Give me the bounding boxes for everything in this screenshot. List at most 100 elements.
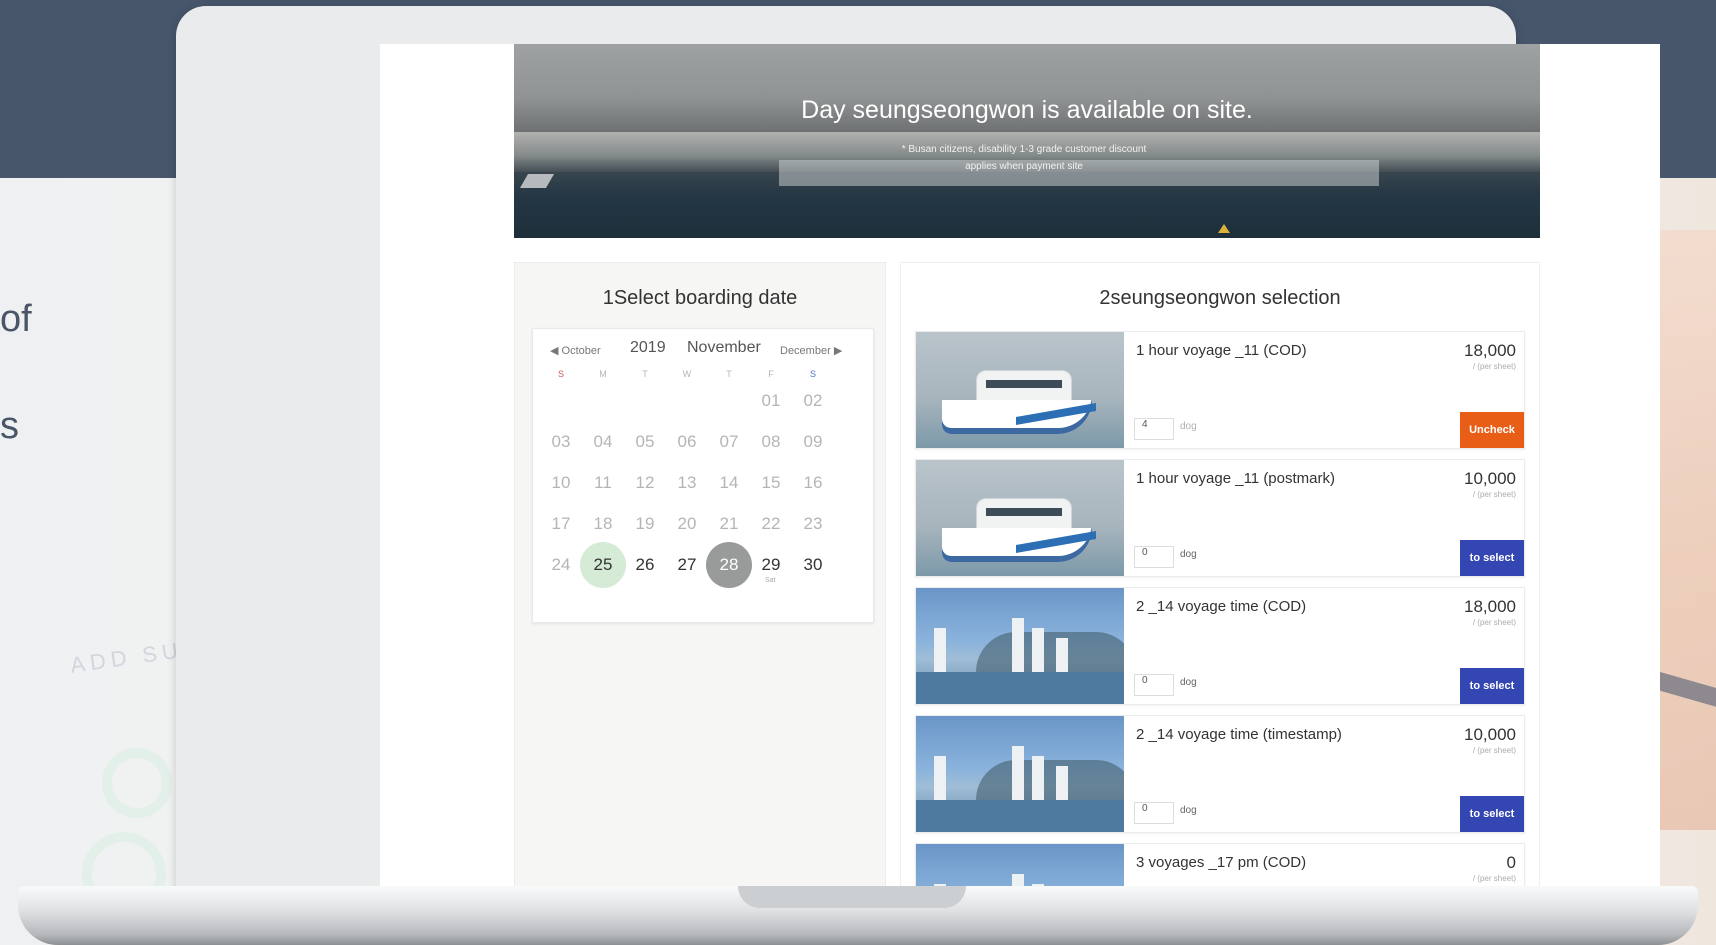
calendar-day-24: 24 <box>551 555 571 574</box>
calendar-day-18: 18 <box>593 514 613 533</box>
calendar-day-27[interactable]: 27 <box>664 542 710 588</box>
date-panel-heading: 1Select boarding date <box>602 287 798 309</box>
calendar-day-30[interactable]: 30 <box>790 542 836 588</box>
harbor-building <box>1012 746 1024 800</box>
voyage-price-unit: / (per sheet) <box>1472 362 1516 371</box>
calendar-day-05: 05 <box>635 432 655 451</box>
calendar-day-12: 12 <box>635 473 655 492</box>
voyage-price: 10,000 <box>1464 469 1516 488</box>
chevron-left-icon: ◀ <box>550 345 559 357</box>
calendar-month: November <box>687 339 761 356</box>
calendar-day-03: 03 <box>551 432 571 451</box>
calendar-year: 2019 <box>630 339 666 356</box>
voyage-price-unit: / (per sheet) <box>1472 618 1516 627</box>
calendar-day-04: 04 <box>593 432 613 451</box>
laptop-notch <box>738 886 966 908</box>
harbor-building <box>1056 766 1068 800</box>
voyage-item: 2 _14 voyage time (COD) 18,000 / (per shee… <box>915 587 1525 705</box>
voyage-price-unit: / (per sheet) <box>1472 874 1516 883</box>
harbor-building <box>934 756 946 800</box>
calendar-next-month[interactable]: December ▶ <box>780 344 842 357</box>
quantity-unit: dog <box>1180 549 1197 560</box>
selection-panel: 2seungseongwon selection 1 hour voyage _… <box>900 262 1540 896</box>
calendar-day-22: 22 <box>761 514 781 533</box>
quantity-input[interactable]: 0 <box>1134 802 1174 824</box>
harbor-water <box>916 800 1124 832</box>
quantity-unit: dog <box>1180 805 1197 816</box>
harbor-water <box>916 672 1124 704</box>
calendar-day-28[interactable]: 28 <box>706 542 752 588</box>
voyage-item: 2 _14 voyage time (timestamp) 10,000 / (pe… <box>915 715 1525 833</box>
ferry-ship-window <box>986 508 1062 516</box>
background-text-2: s <box>0 405 19 447</box>
ferry-ship-window <box>986 380 1062 388</box>
laptop-screen: Day seungseongwon is available on site. … <box>380 44 1660 896</box>
hero-banner: Day seungseongwon is available on site. … <box>514 44 1540 238</box>
calendar: ◀ October 2019 November December ▶ SMTWT… <box>532 328 874 623</box>
calendar-next-label: December <box>780 345 831 357</box>
calendar-day-01: 01 <box>761 391 781 410</box>
voyage-title: 2 _14 voyage time (timestamp) <box>1136 726 1342 743</box>
calendar-prev-month[interactable]: ◀ October <box>550 344 601 357</box>
voyage-title: 3 voyages _17 pm (COD) <box>1136 854 1307 871</box>
calendar-day-08: 08 <box>761 432 781 451</box>
calendar-weekday: T <box>726 369 732 379</box>
calendar-day-13: 13 <box>677 473 697 492</box>
harbor-hill <box>976 632 1124 672</box>
quantity-input[interactable]: 0 <box>1134 674 1174 696</box>
calendar-day-15: 15 <box>761 473 781 492</box>
calendar-day-07: 07 <box>719 432 739 451</box>
voyage-title: 2 _14 voyage time (COD) <box>1136 598 1307 615</box>
calendar-day-17: 17 <box>551 514 571 533</box>
laptop-bezel: Day seungseongwon is available on site. … <box>176 6 1660 926</box>
voyage-price: 0 <box>1506 853 1516 872</box>
harbor-hill <box>976 760 1124 800</box>
banner-boat <box>519 174 555 188</box>
harbor-building <box>1032 628 1044 672</box>
voyage-price-unit: / (per sheet) <box>1472 746 1516 755</box>
banner-title: Day seungseongwon is available on site. <box>801 96 1253 124</box>
voyage-image <box>916 588 1124 704</box>
background-text-1: of <box>0 298 32 340</box>
date-panel: 1Select boarding date ◀ October 2019 Nov… <box>514 262 886 896</box>
calendar-weekday: S <box>557 369 564 379</box>
calendar-day-25[interactable]: 25 <box>580 542 626 588</box>
quantity-input[interactable]: 4 <box>1134 418 1174 440</box>
voyage-price: 18,000 <box>1464 597 1516 616</box>
warning-icon <box>1218 224 1230 233</box>
select-button[interactable]: to select <box>1460 540 1524 576</box>
uncheck-button[interactable]: Uncheck <box>1460 412 1524 448</box>
select-button[interactable]: to select <box>1460 796 1524 832</box>
calendar-prev-label: October <box>561 345 601 357</box>
voyage-image <box>916 716 1124 832</box>
quantity-unit: dog <box>1180 677 1197 688</box>
calendar-day-16: 16 <box>803 473 823 492</box>
voyage-image <box>916 332 1124 448</box>
calendar-day-note: Sat <box>765 577 776 584</box>
calendar-day-26[interactable]: 26 <box>622 542 668 588</box>
calendar-day-02: 02 <box>803 391 823 410</box>
voyage-item: 1 hour voyage _11 (COD) 18,000 / (per shee… <box>915 331 1525 449</box>
quantity-unit: dog <box>1180 421 1197 432</box>
calendar-day-14: 14 <box>719 473 739 492</box>
calendar-nav: ◀ October 2019 November December ▶ <box>533 339 873 365</box>
background-circle <box>102 748 172 818</box>
voyage-price: 18,000 <box>1464 341 1516 360</box>
voyage-title: 1 hour voyage _11 (COD) <box>1136 342 1307 359</box>
calendar-weekday: M <box>599 369 607 379</box>
voyage-item: 1 hour voyage _11 (postmark) 10,000 / (per… <box>915 459 1525 577</box>
calendar-weekday: T <box>642 369 648 379</box>
calendar-day-19: 19 <box>635 514 655 533</box>
voyage-title: 1 hour voyage _11 (postmark) <box>1136 470 1335 487</box>
quantity-input[interactable]: 0 <box>1134 546 1174 568</box>
calendar-day-10: 10 <box>551 473 571 492</box>
calendar-day-09: 09 <box>803 432 823 451</box>
voyage-price-unit: / (per sheet) <box>1472 490 1516 499</box>
harbor-building <box>1012 618 1024 672</box>
chevron-right-icon: ▶ <box>833 345 843 357</box>
banner-note: * Busan citizens, disability 1-3 grade c… <box>901 144 1147 172</box>
calendar-day-21: 21 <box>719 514 739 533</box>
select-button[interactable]: to select <box>1460 668 1524 704</box>
calendar-day-20: 20 <box>677 514 697 533</box>
calendar-day-11: 11 <box>594 473 612 492</box>
